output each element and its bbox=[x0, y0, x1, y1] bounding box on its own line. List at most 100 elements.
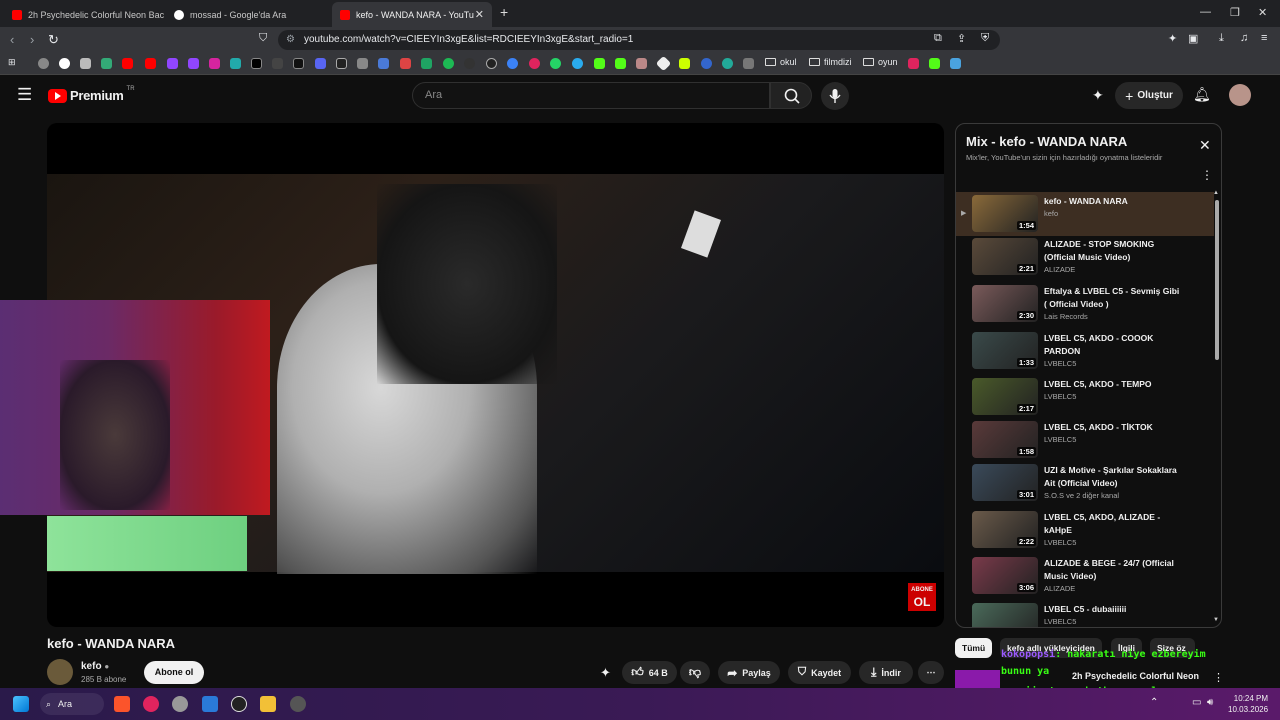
search-button[interactable] bbox=[770, 82, 812, 109]
youtube-premium-logo[interactable]: Premium TR bbox=[48, 86, 135, 103]
instagram-bookmark-icon[interactable] bbox=[209, 58, 220, 69]
browser-tab-1[interactable]: 2h Psychedelic Colorful Neon Backgr bbox=[4, 2, 164, 27]
kick-bookmark-icon[interactable] bbox=[594, 58, 605, 69]
playlist-item[interactable]: LVBEL C5 - dubaiiiiii LVBELC5 bbox=[956, 600, 1214, 627]
search-input[interactable]: Ara bbox=[412, 82, 770, 109]
new-tab-icon[interactable]: + bbox=[500, 4, 508, 20]
playlist-item[interactable]: 1:33 LVBEL C5, AKDO - COOOK PARDON LVBELC5 bbox=[956, 329, 1214, 373]
subscribe-button[interactable]: Abone ol bbox=[144, 661, 204, 684]
download-button[interactable]: ⤓ İndir bbox=[859, 661, 913, 684]
back-icon[interactable]: ‹ bbox=[10, 32, 14, 47]
playlist-item[interactable]: 3:01 UZI & Motive - Şarkılar Sokaklara Ai… bbox=[956, 461, 1214, 505]
playlist-thumbnail[interactable]: 2:22 bbox=[972, 511, 1038, 548]
app-taskbar-icon[interactable] bbox=[290, 696, 306, 712]
bookmark-icon[interactable] bbox=[336, 58, 347, 69]
volume-icon[interactable]: 🔊︎ bbox=[1207, 697, 1213, 708]
taskbar-search[interactable]: ⌕ Ara bbox=[40, 693, 104, 715]
media-player-taskbar-icon[interactable] bbox=[143, 696, 159, 712]
restore-icon[interactable]: ❐ bbox=[1230, 6, 1240, 19]
chip-all[interactable]: Tümü bbox=[955, 638, 993, 658]
playlist-thumbnail[interactable]: 2:30 bbox=[972, 285, 1038, 322]
cast-bolt-icon[interactable]: ✦ bbox=[1092, 87, 1104, 104]
playlist-thumbnail[interactable]: 2:21 bbox=[972, 238, 1038, 275]
voice-search-button[interactable] bbox=[821, 82, 849, 110]
playlist-item[interactable]: 2:30 Eftalya & LVBEL C5 - Sevmiş Gibi ( O… bbox=[956, 282, 1214, 326]
bookmark-icon[interactable] bbox=[655, 55, 672, 72]
more-actions-button[interactable]: ⋯ bbox=[918, 661, 944, 684]
downloads-icon[interactable]: ⤓ bbox=[1219, 32, 1224, 45]
bookmark-icon[interactable] bbox=[743, 58, 754, 69]
twitch-bookmark-icon[interactable] bbox=[188, 58, 199, 69]
bookmark-folder-filmdizi[interactable]: filmdizi bbox=[809, 57, 852, 67]
site-info-icon[interactable]: ⚙ bbox=[286, 30, 295, 50]
app-taskbar-icon[interactable] bbox=[172, 696, 188, 712]
history-bookmark-icon[interactable] bbox=[38, 58, 49, 69]
scroll-down-icon[interactable]: ▼ bbox=[1213, 617, 1219, 623]
windows-start-icon[interactable] bbox=[13, 696, 29, 712]
taskbar-clock[interactable]: 10:24 PM 10.03.2026 bbox=[1228, 693, 1268, 715]
bookmark-icon[interactable] bbox=[507, 58, 518, 69]
bookmark-icon[interactable] bbox=[357, 58, 368, 69]
hamburger-menu-icon[interactable]: ☰ bbox=[17, 85, 32, 105]
whatsapp-bookmark-icon[interactable] bbox=[550, 58, 561, 69]
bookmark-icon[interactable] bbox=[679, 58, 690, 69]
kick-bookmark-icon[interactable] bbox=[615, 58, 626, 69]
x-bookmark-icon[interactable] bbox=[251, 58, 262, 69]
tiktok-bookmark-icon[interactable] bbox=[293, 58, 304, 69]
menu-icon[interactable]: ≡ bbox=[1261, 32, 1267, 44]
save-button[interactable]: ⛉ Kaydet bbox=[788, 661, 851, 684]
browser-tab-2[interactable]: mossad - Google'da Ara bbox=[166, 2, 330, 27]
scroll-up-icon[interactable]: ▲ bbox=[1213, 190, 1219, 196]
window-close-icon[interactable]: ✕ bbox=[1258, 6, 1267, 19]
cast-bolt-icon[interactable]: ✦ bbox=[600, 665, 611, 681]
playlist-item[interactable]: 1:58 LVBEL C5, AKDO - TİKTOK LVBELC5 bbox=[956, 418, 1214, 462]
playlist-thumbnail[interactable]: 1:58 bbox=[972, 421, 1038, 458]
video-tile-more-icon[interactable]: ⋮ bbox=[1213, 671, 1224, 684]
share-icon[interactable]: ⇪ bbox=[957, 32, 966, 45]
playlist-item[interactable]: 3:06 ALIZADE & BEGE - 24/7 (Official Musi… bbox=[956, 554, 1214, 598]
bookmark-icon[interactable] bbox=[636, 58, 647, 69]
bookmark-icon[interactable] bbox=[701, 58, 712, 69]
open-external-icon[interactable]: ⧉ bbox=[934, 32, 942, 45]
extensions-icon[interactable]: ✦ bbox=[1168, 32, 1177, 45]
tab-close-icon[interactable]: ✕ bbox=[475, 8, 484, 21]
twitch-bookmark-icon[interactable] bbox=[167, 58, 178, 69]
sidebar-icon[interactable]: ▣ bbox=[1188, 32, 1198, 45]
browser-tab-active[interactable]: kefo - WANDA NARA - YouTu ✕ bbox=[332, 2, 492, 27]
playlist-thumbnail[interactable]: 1:33 bbox=[972, 332, 1038, 369]
apps-grid-icon[interactable]: ⊞ bbox=[8, 57, 16, 68]
youtube-bookmark-icon[interactable] bbox=[122, 58, 133, 69]
create-button[interactable]: + Oluştur bbox=[1115, 82, 1183, 109]
playlist-scrollbar[interactable] bbox=[1215, 200, 1219, 360]
bookmark-icon[interactable] bbox=[722, 58, 733, 69]
playlist-thumbnail[interactable] bbox=[972, 603, 1038, 627]
kick-bookmark-icon[interactable] bbox=[929, 58, 940, 69]
bookmark-icon[interactable] bbox=[272, 58, 283, 69]
bookmark-icon[interactable] bbox=[908, 58, 919, 69]
video-tile-thumbnail[interactable] bbox=[955, 670, 1000, 690]
bookmark-icon[interactable] bbox=[230, 58, 241, 69]
bookmark-folder-oyun[interactable]: oyun bbox=[863, 57, 898, 67]
bookmark-icon[interactable] bbox=[101, 58, 112, 69]
channel-avatar[interactable] bbox=[47, 659, 73, 685]
account-avatar[interactable] bbox=[1229, 84, 1251, 106]
network-icon[interactable]: ▭ bbox=[1192, 697, 1201, 708]
dislike-button[interactable]: 👎︎ bbox=[680, 661, 710, 684]
discord-bookmark-icon[interactable] bbox=[315, 58, 326, 69]
file-explorer-taskbar-icon[interactable] bbox=[260, 696, 276, 712]
playlist-item[interactable]: 2:22 LVBEL C5, AKDO, ALIZADE - kAHpE LVBEL… bbox=[956, 508, 1214, 552]
forward-icon[interactable]: › bbox=[30, 32, 34, 47]
gmail-bookmark-icon[interactable] bbox=[400, 58, 411, 69]
brave-taskbar-icon[interactable] bbox=[114, 696, 130, 712]
bookmark-icon[interactable] bbox=[80, 58, 91, 69]
minimize-icon[interactable]: — bbox=[1200, 6, 1211, 18]
translate-bookmark-icon[interactable] bbox=[378, 58, 389, 69]
bookmark-icon[interactable] bbox=[529, 58, 540, 69]
reload-icon[interactable]: ↻ bbox=[48, 32, 59, 48]
like-button[interactable]: 👍︎ 64 B bbox=[622, 661, 677, 684]
media-icon[interactable]: ♫ bbox=[1240, 32, 1248, 44]
notifications-bell-icon[interactable]: 🔔︎ bbox=[1193, 86, 1211, 103]
url-field[interactable]: ⚙ youtube.com/watch?v=CIEEYIn3xgE&list=R… bbox=[278, 30, 1000, 50]
bookmark-icon[interactable] bbox=[950, 58, 961, 69]
telegram-bookmark-icon[interactable] bbox=[572, 58, 583, 69]
